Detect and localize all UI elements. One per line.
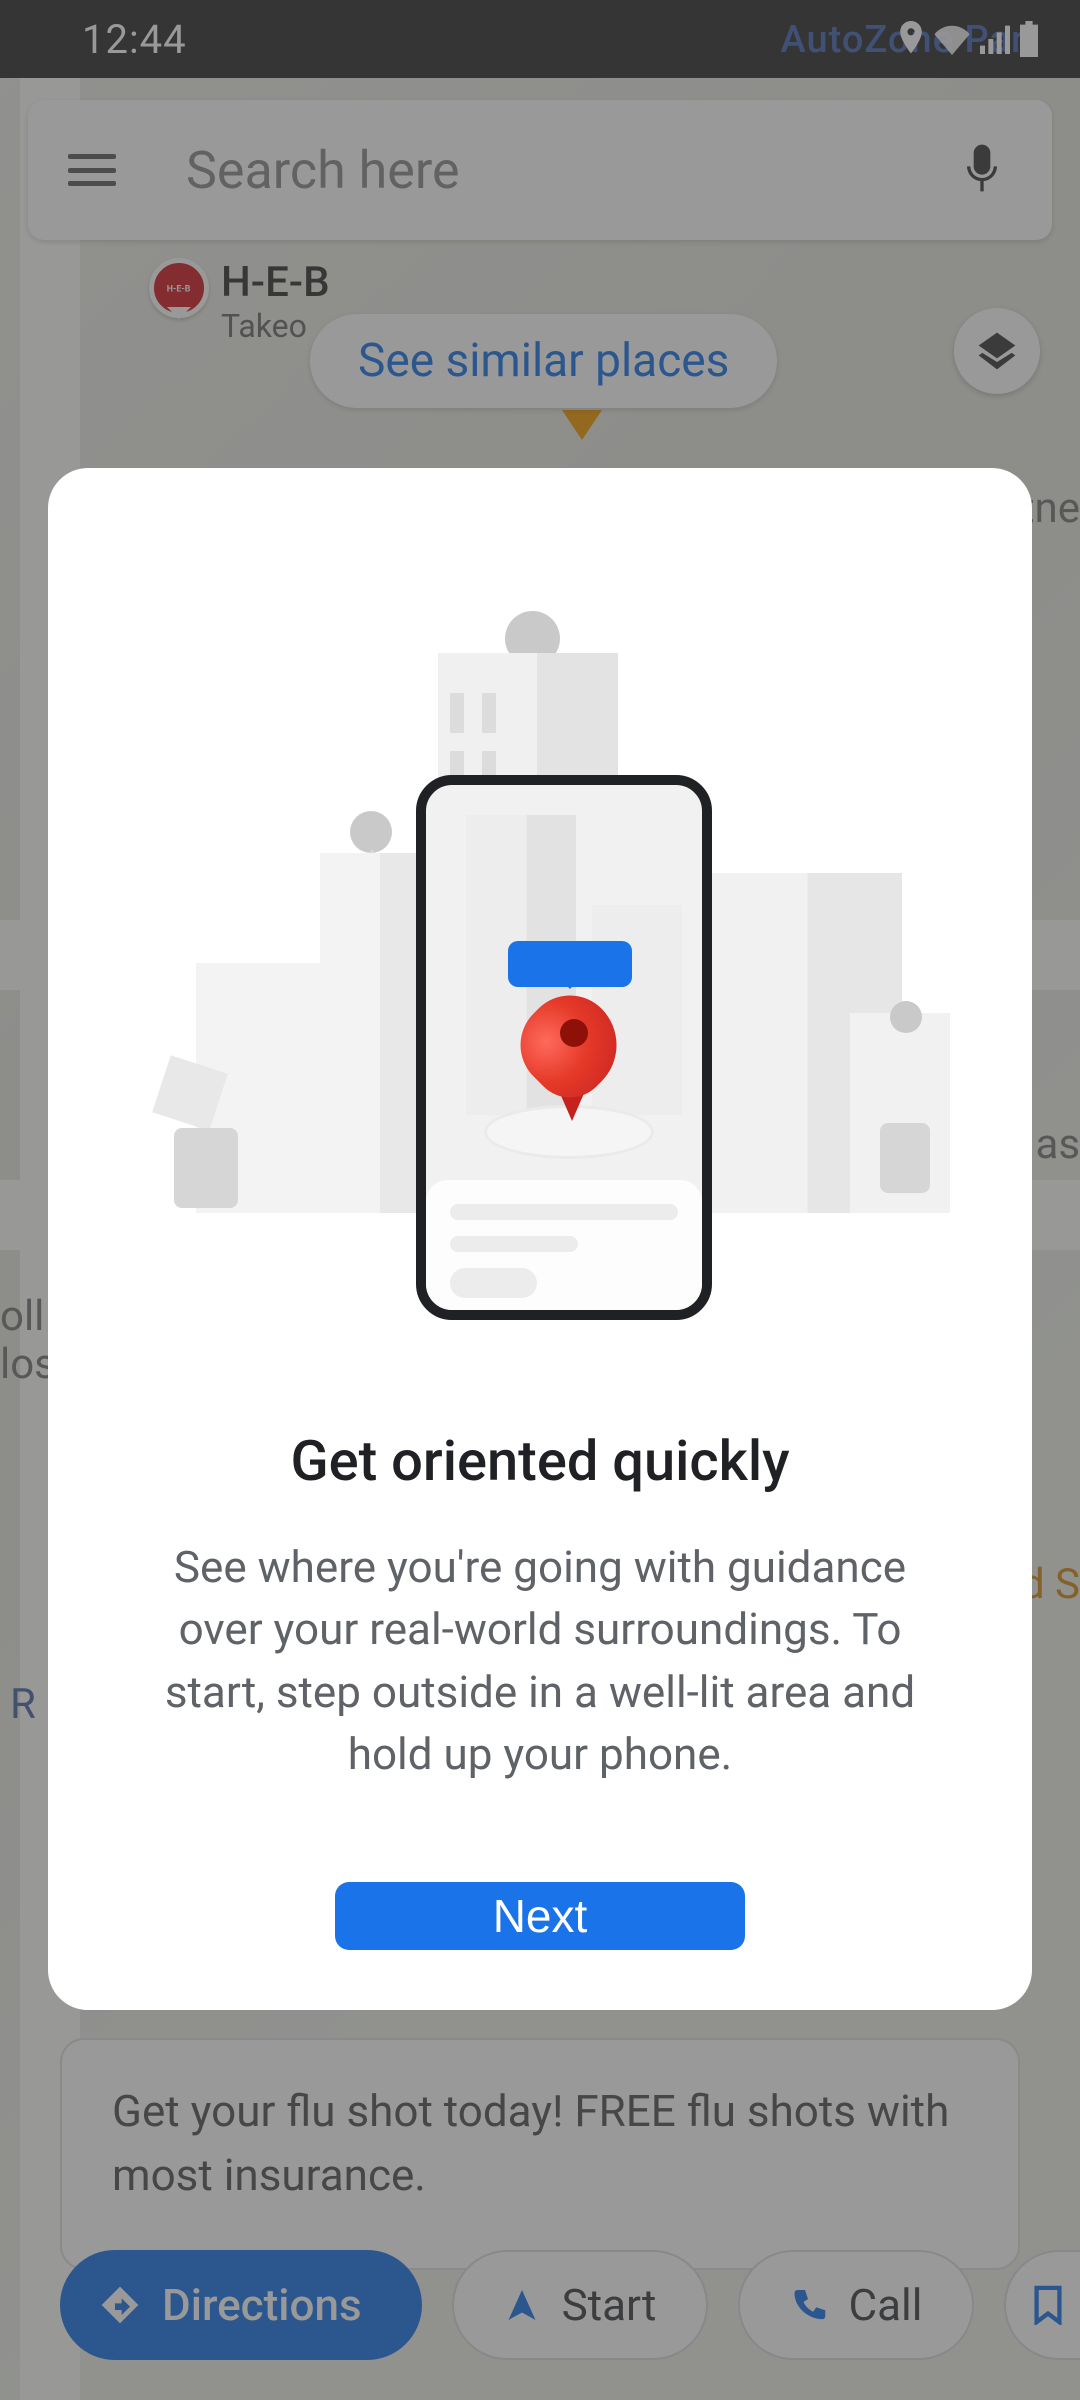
next-button-label: Next (493, 1889, 588, 1943)
onboarding-dialog: Get oriented quickly See where you're go… (48, 468, 1032, 2010)
illustration-phone (416, 775, 712, 1320)
dialog-body: See where you're going with guidance ove… (108, 1536, 972, 1786)
next-button[interactable]: Next (335, 1882, 745, 1950)
dialog-title: Get oriented quickly (108, 1428, 972, 1494)
illustration-tooltip (508, 941, 632, 987)
dialog-illustration (108, 528, 972, 1418)
illustration-pin-icon (522, 997, 622, 1117)
